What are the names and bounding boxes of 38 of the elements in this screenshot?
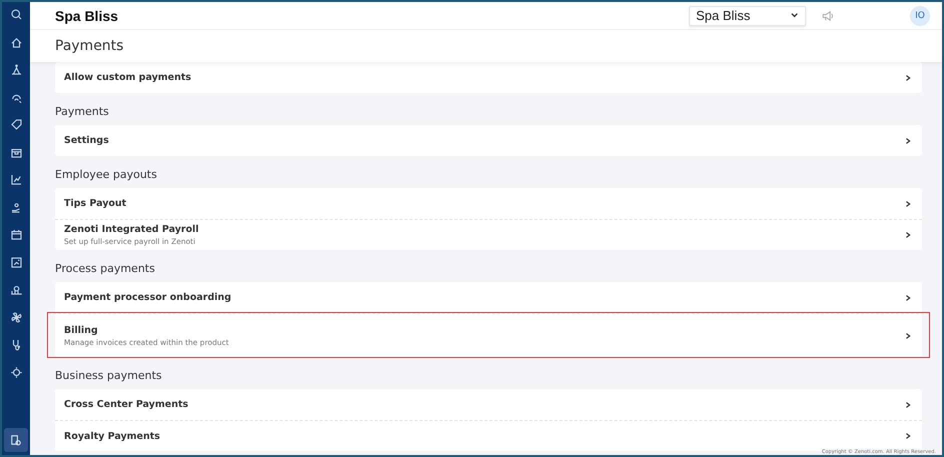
caret-icon <box>790 11 799 20</box>
settings-row[interactable]: Allow custom payments <box>55 62 922 93</box>
chevron-icon <box>904 136 912 144</box>
row-title: Billing <box>64 324 99 336</box>
row-title: Allow custom payments <box>64 72 192 83</box>
user-avatar[interactable]: IO <box>910 6 930 26</box>
document-gear-icon <box>9 433 23 447</box>
calendar-icon[interactable] <box>8 227 24 242</box>
settings-row[interactable]: Payment processor onboarding <box>55 282 922 313</box>
chevron-icon <box>904 432 912 440</box>
chevron-icon <box>904 231 912 239</box>
chevron-icon <box>904 400 912 408</box>
brand-name: Spa Bliss <box>55 8 118 24</box>
chevron-icon <box>904 74 912 82</box>
search-icon[interactable] <box>8 7 24 22</box>
page-title: Payments <box>55 38 124 54</box>
row-title: Tips Payout <box>64 198 128 209</box>
fan-icon[interactable] <box>8 310 24 324</box>
section-title: Business payments <box>55 368 163 384</box>
row-title: Settings <box>64 135 110 146</box>
chevron-icon <box>904 332 912 340</box>
chevron-icon <box>904 294 912 302</box>
settings-row[interactable]: Settings <box>55 125 922 156</box>
report-icon[interactable] <box>8 254 24 270</box>
settings-row[interactable]: Tips Payout <box>55 188 922 219</box>
settings-button[interactable] <box>4 428 28 452</box>
tag-icon[interactable] <box>8 117 24 132</box>
settings-row[interactable]: Cross Center Payments <box>55 389 922 420</box>
section-title: Employee payouts <box>55 167 158 183</box>
row-title: Cross Center Payments <box>64 399 190 410</box>
row-title: Payment processor onboarding <box>64 292 232 303</box>
center-select[interactable]: Spa Bliss <box>689 6 806 26</box>
row-title: Zenoti Integrated Payroll <box>64 224 200 235</box>
chart-icon[interactable] <box>8 172 24 187</box>
section-title: Process payments <box>55 261 156 277</box>
section-title: Payments <box>55 104 110 120</box>
row-title: Royalty Payments <box>64 430 162 442</box>
chevron-icon <box>904 200 912 208</box>
